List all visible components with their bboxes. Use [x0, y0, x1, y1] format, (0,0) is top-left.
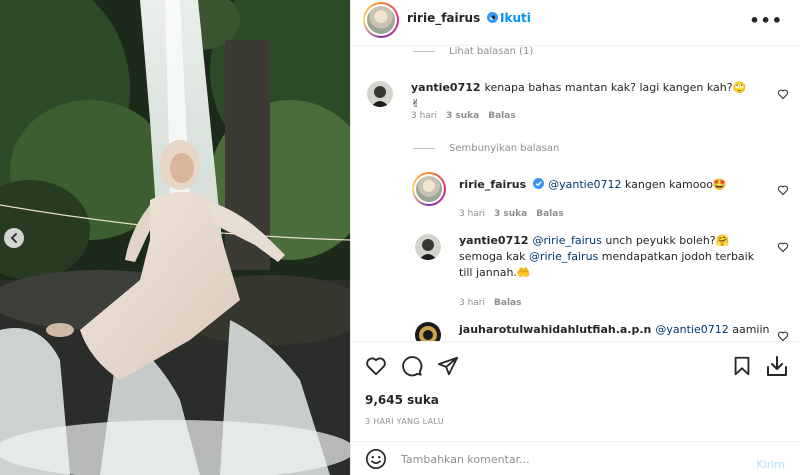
mention-link[interactable]: @ririe_fairus [529, 250, 598, 263]
download-icon[interactable] [765, 354, 789, 378]
post-time-ago[interactable]: 3 HARI YANG LALU [365, 417, 444, 426]
reply-username[interactable]: ririe_fairus [459, 178, 526, 191]
reply-text: mendapatkan jodoh terbaik [598, 250, 755, 263]
reply-button[interactable]: Balas [494, 298, 521, 308]
like-comment-icon[interactable] [777, 88, 789, 100]
mention-link[interactable]: @yantie0712 [655, 323, 728, 336]
mention-link[interactable]: @ririe_fairus [533, 234, 602, 247]
reply-body: ririe_fairus @yantie0712 kangen kamooo🤩 [459, 177, 759, 193]
comment-icon[interactable] [401, 355, 423, 377]
share-icon[interactable] [437, 355, 459, 377]
comment-meta: 3 hari 3 suka Balas [411, 111, 516, 121]
reply-body: yantie0712 @ririe_fairus unch peyukk bole… [459, 233, 769, 281]
more-options-icon[interactable]: ••• [749, 11, 783, 30]
bookmark-icon[interactable] [731, 355, 753, 377]
reply-author-avatar[interactable] [412, 172, 446, 206]
comment-likes[interactable]: 3 suka [446, 111, 479, 121]
chevron-left-icon [10, 233, 17, 243]
like-comment-icon[interactable] [777, 330, 789, 341]
hide-replies-label[interactable]: Sembunyikan balasan [449, 143, 559, 154]
comments-list: Lihat balasan (1) yantie0712 kenapa bahas… [351, 46, 800, 341]
view-replies-button[interactable]: Lihat balasan (1) [413, 46, 533, 57]
reply-meta: 3 hari 3 suka Balas [459, 209, 564, 219]
comment-body: yantie0712 kenapa bahas mantan kak? lagi … [411, 80, 751, 112]
post-actions: 9,645 suka 3 HARI YANG LALU [351, 341, 800, 441]
post-comment-button[interactable]: Kirim [756, 458, 785, 471]
mention-link[interactable]: @yantie0712 [548, 178, 621, 191]
like-comment-icon[interactable] [777, 241, 789, 253]
view-replies-label[interactable]: Lihat balasan (1) [449, 46, 533, 57]
comment-time[interactable]: 3 hari [411, 111, 437, 121]
instagram-post-modal: ririe_fairus • Ikuti ••• Lihat balasan (… [0, 0, 800, 475]
comment-input[interactable] [401, 450, 741, 468]
divider [413, 51, 435, 52]
reply-time[interactable]: 3 hari [459, 209, 485, 219]
waterfall-photo [0, 0, 350, 475]
reply-text: semoga kak [459, 250, 529, 263]
carousel-prev-button[interactable] [4, 228, 24, 248]
divider [413, 148, 435, 149]
comment-composer: Kirim [351, 441, 800, 475]
reply-meta: 3 hari Balas [459, 298, 521, 308]
author-username-text[interactable]: ririe_fairus [407, 11, 480, 25]
post-side-panel: ririe_fairus • Ikuti ••• Lihat balasan (… [350, 0, 800, 475]
post-header: ririe_fairus • Ikuti ••• [351, 0, 800, 46]
heart-icon[interactable] [365, 355, 387, 377]
reply-text: till jannah.🤲 [459, 266, 531, 279]
commenter-avatar[interactable] [415, 322, 441, 341]
author-avatar[interactable] [363, 2, 399, 38]
follow-button[interactable]: Ikuti [500, 11, 531, 25]
reply-body: jauharotulwahidahlutfiah.a.p.n @yantie071… [459, 322, 779, 338]
header-separator: • [490, 11, 498, 25]
reply-text: aamiin [728, 323, 770, 336]
author-username[interactable]: ririe_fairus [407, 11, 499, 25]
reply-text: kangen kamooo🤩 [621, 178, 727, 191]
commenter-avatar[interactable] [367, 81, 393, 107]
reply-button[interactable]: Balas [536, 209, 563, 219]
emoji-icon[interactable] [365, 448, 387, 470]
reply-time[interactable]: 3 hari [459, 298, 485, 308]
post-photo[interactable] [0, 0, 350, 475]
reply-text: unch peyukk boleh?🤗 [601, 234, 730, 247]
reply-username[interactable]: yantie0712 [459, 234, 529, 247]
reply-username[interactable]: jauharotulwahidahlutfiah.a.p.n [459, 323, 651, 336]
like-count[interactable]: 9,645 suka [365, 393, 439, 407]
like-comment-icon[interactable] [777, 184, 789, 196]
hide-replies-button[interactable]: Sembunyikan balasan [413, 143, 559, 154]
reply-button[interactable]: Balas [488, 111, 515, 121]
reply-likes[interactable]: 3 suka [494, 209, 527, 219]
verified-badge-icon [533, 178, 545, 189]
comment-username[interactable]: yantie0712 [411, 81, 481, 94]
commenter-avatar[interactable] [415, 234, 441, 260]
